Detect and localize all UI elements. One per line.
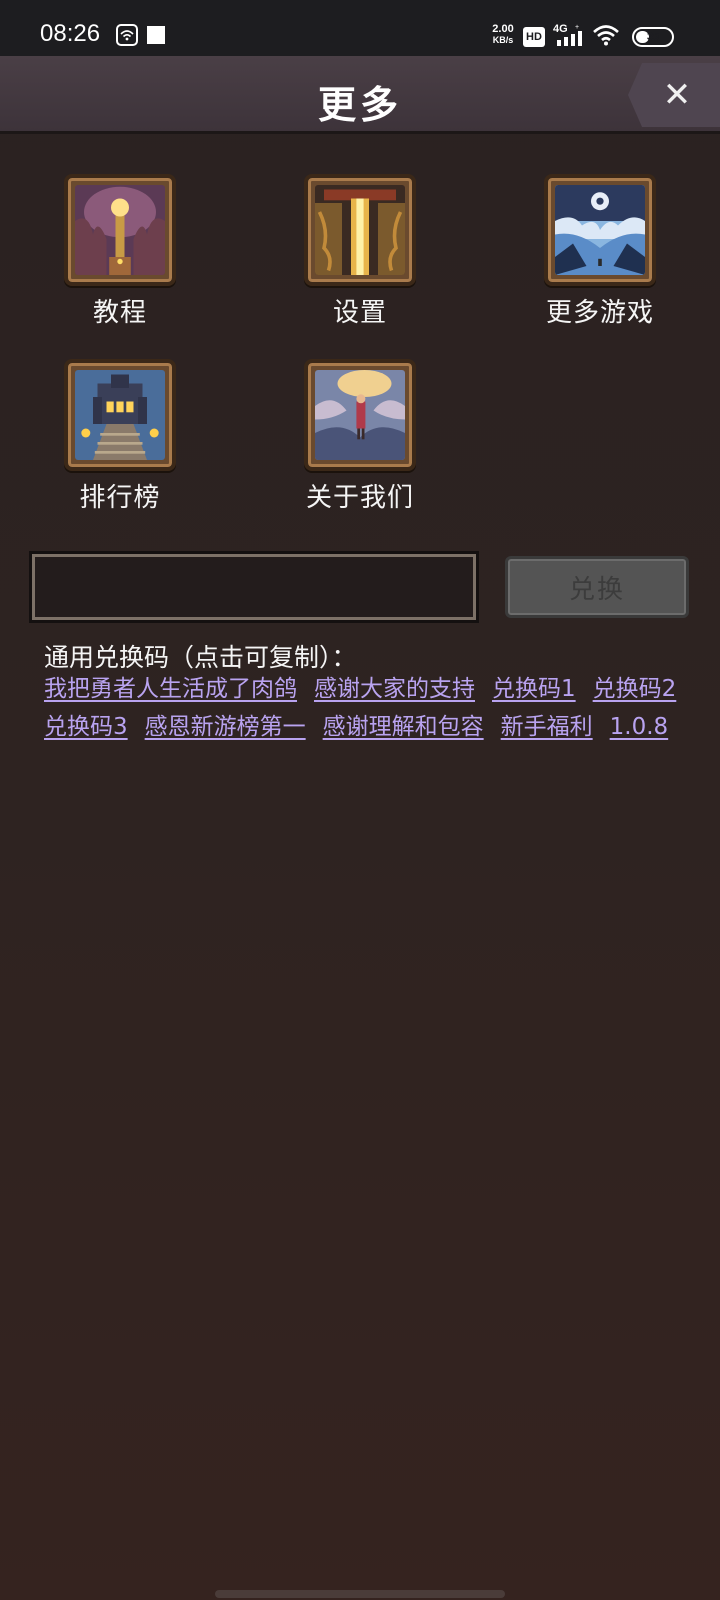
net-speed-unit: KB/s <box>492 35 514 45</box>
wifi-hotspot-icon <box>116 24 138 46</box>
redeem-code-link[interactable]: 我把勇者人生活成了肉鸽 <box>44 676 297 702</box>
leaderboard-icon <box>75 370 165 460</box>
title-bar: 更多 ✕ <box>0 56 720 134</box>
close-icon: ✕ <box>662 75 692 115</box>
hd-icon: HD <box>523 27 545 47</box>
leaderboard-tile[interactable]: 排行榜 <box>45 359 195 514</box>
notification-square-icon <box>147 26 165 44</box>
settings-frame <box>304 174 416 286</box>
net-speed-value: 2.00 <box>492 23 514 35</box>
svg-text:+: + <box>575 24 579 31</box>
redeem-code-input[interactable] <box>29 551 479 623</box>
redeem-code-link[interactable]: 新手福利 <box>501 714 593 740</box>
settings-icon <box>315 185 405 275</box>
net-speed: 2.00 KB/s <box>486 24 520 46</box>
redeem-button[interactable]: 兑换 <box>505 556 689 618</box>
battery-level: 35 <box>646 31 660 43</box>
status-bar: 08:26 2.00 KB/s HD 4G + 35 <box>0 0 720 56</box>
more-games-frame <box>544 174 656 286</box>
network-type: 4G <box>553 23 568 35</box>
more-games-tile[interactable]: 更多游戏 <box>525 174 675 329</box>
redeem-code-link[interactable]: 兑换码3 <box>44 714 128 740</box>
redeem-code-link[interactable]: 兑换码1 <box>492 676 576 702</box>
home-indicator[interactable] <box>215 1590 505 1598</box>
more-games-icon <box>555 185 645 275</box>
codes-section-title: 通用兑换码（点击可复制）： <box>44 643 357 672</box>
more-screen: 08:26 2.00 KB/s HD 4G + 35 更多 ✕ 教程 设置 更多… <box>0 0 720 1600</box>
tutorial-frame <box>64 174 176 286</box>
battery-icon: 35 <box>632 27 674 47</box>
redeem-code-list: 我把勇者人生活成了肉鸽 感谢大家的支持 兑换码1 兑换码2 兑换码3 感恩新游榜… <box>44 676 684 740</box>
redeem-code-link[interactable]: 兑换码2 <box>593 676 677 702</box>
about-us-tile[interactable]: 关于我们 <box>285 359 435 514</box>
redeem-code-link[interactable]: 感恩新游榜第一 <box>145 714 306 740</box>
signal-icon: 4G + <box>553 22 585 48</box>
redeem-code-link[interactable]: 1.0.8 <box>610 714 669 740</box>
settings-tile[interactable]: 设置 <box>285 174 435 329</box>
settings-label: 设置 <box>332 298 387 328</box>
tutorial-label: 教程 <box>92 298 147 328</box>
leaderboard-label: 排行榜 <box>79 483 161 513</box>
tutorial-icon <box>75 185 165 275</box>
about-us-frame <box>304 359 416 471</box>
tutorial-tile[interactable]: 教程 <box>45 174 195 329</box>
wifi-icon <box>593 24 619 46</box>
more-games-label: 更多游戏 <box>545 298 654 328</box>
leaderboard-frame <box>64 359 176 471</box>
redeem-code-link[interactable]: 感谢大家的支持 <box>314 676 475 702</box>
about-us-icon <box>315 370 405 460</box>
status-time: 08:26 <box>40 20 101 47</box>
about-us-label: 关于我们 <box>305 483 414 513</box>
redeem-code-link[interactable]: 感谢理解和包容 <box>323 714 484 740</box>
page-title: 更多 <box>317 83 402 127</box>
close-button[interactable]: ✕ <box>628 63 720 127</box>
